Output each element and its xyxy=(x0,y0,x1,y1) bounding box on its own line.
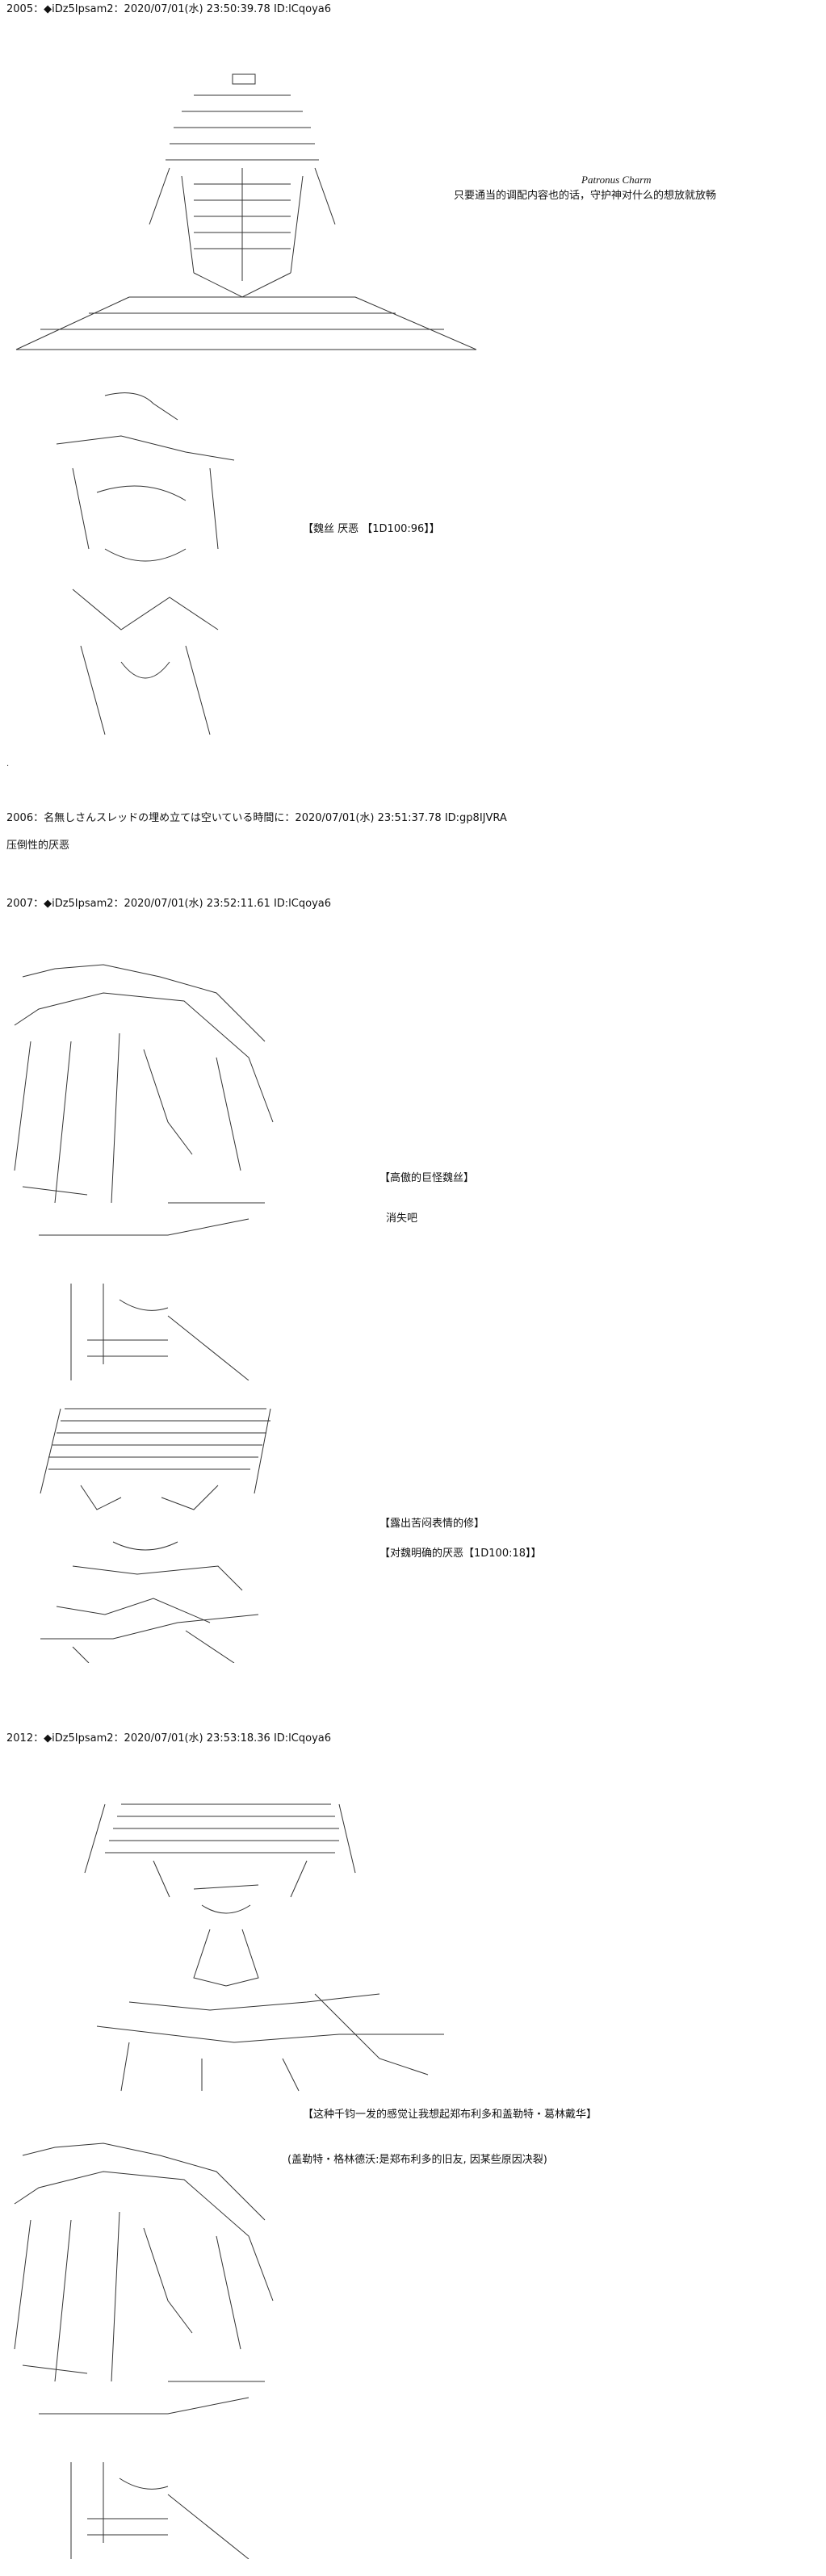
post-2005-bracket: 【魏丝 厌恶 【1D100:96】】 xyxy=(303,523,440,535)
post-header-2007: 2007：◆iDz5Ipsam2：2020/07/01(水) 23:52:11.… xyxy=(6,898,332,910)
robed-figure-art xyxy=(8,71,476,370)
hooded-character-art xyxy=(6,961,297,1380)
character-raised-hand-art xyxy=(24,387,266,743)
striped-hair-character-art xyxy=(24,1405,283,1663)
post-2007-line-2: 消失吧 xyxy=(386,1213,418,1225)
post-2007-line-4: 【对魏明确的厌恶【1D100:18】】 xyxy=(379,1548,542,1560)
post-2007-line-1: 【高傲的巨怪魏丝】 xyxy=(379,1172,475,1184)
post-2012-line-2: (盖勒特・格林德沃:是郑布利多的旧友, 因某些原因决裂) xyxy=(287,2154,547,2166)
long-haired-character-art xyxy=(73,1800,460,2099)
trailing-dot: . xyxy=(6,760,10,769)
post-2007-line-3: 【露出苦闷表情的修】 xyxy=(379,1518,485,1530)
post-header-2012: 2012：◆iDz5Ipsam2：2020/07/01(水) 23:53:18.… xyxy=(6,1732,332,1745)
post-2006-text: 压倒性的厌恶 xyxy=(6,840,70,852)
post-2005-text: 只要通当的调配内容也的话，守护神对什么的想放就放畅 xyxy=(454,190,717,202)
post-header-2006: 2006：名無しさんスレッドの埋め立ては空いている時間に：2020/07/01(… xyxy=(6,812,507,824)
hooded-character-art-repeat xyxy=(6,2139,297,2559)
post-2012-line-1: 【这种千钧一发的感觉让我想起郑布利多和盖勒特・葛林戴华】 xyxy=(303,2109,597,2121)
signature-text: Patronus Charm xyxy=(581,174,652,186)
post-header-2005: 2005：◆iDz5Ipsam2：2020/07/01(水) 23:50:39.… xyxy=(6,3,332,15)
